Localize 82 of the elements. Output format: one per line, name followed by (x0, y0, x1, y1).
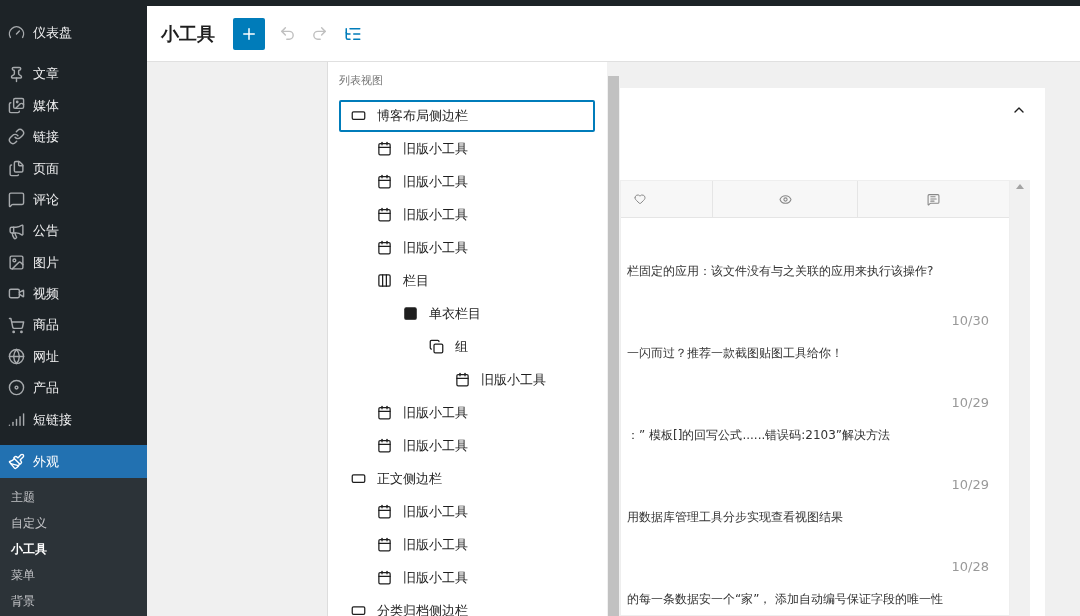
list-view-item[interactable]: 旧版小工具 (339, 132, 595, 165)
sidebar-menu-item[interactable]: 网址 (0, 340, 147, 373)
list-view-item[interactable]: 旧版小工具 (339, 495, 595, 528)
heart-icon (634, 193, 646, 205)
post-title-link[interactable]: 用数据库管理工具分步实现查看视图结果 (627, 507, 989, 527)
calendar-icon (377, 141, 392, 156)
list-view-item[interactable]: 栏目 (339, 264, 595, 297)
submenu-item[interactable]: 背景 (0, 588, 147, 615)
sidebar-menu-item[interactable]: 仪表盘 (0, 17, 147, 49)
calendar-icon (377, 174, 392, 189)
submenu-item[interactable]: 主题 (0, 484, 147, 511)
sidebar-menu-item[interactable]: 视频 (0, 278, 147, 310)
sidebar-menu-item[interactable]: 商品 (0, 309, 147, 341)
calendar-icon (377, 405, 392, 420)
bar-chart-icon (8, 410, 25, 428)
sidebar-menu-item[interactable]: 文章 (0, 58, 147, 90)
submenu-item[interactable]: 自定义 (0, 510, 147, 537)
list-view-item[interactable]: 旧版小工具 (339, 198, 595, 231)
sidebar-area-icon (351, 108, 366, 123)
list-view-item[interactable]: 旧版小工具 (339, 561, 595, 594)
image-icon (8, 253, 25, 271)
list-view-item[interactable]: 旧版小工具 (339, 429, 595, 462)
list-view-item[interactable]: 旧版小工具 (339, 528, 595, 561)
calendar-icon (377, 207, 392, 222)
calendar-icon (377, 570, 392, 585)
redo-icon (310, 25, 328, 42)
list-view-item[interactable]: 组 (339, 330, 595, 363)
sidebar-menu-item[interactable]: 链接 (0, 121, 147, 153)
pin-icon (8, 65, 25, 83)
calendar-icon (377, 240, 392, 255)
globe-icon (8, 348, 25, 366)
column-icon (403, 306, 418, 321)
post-date: 10/30 (951, 312, 989, 330)
sidebar-menu-item[interactable]: 图片 (0, 246, 147, 279)
undo-icon (278, 25, 296, 42)
speech-bubble-icon (927, 192, 940, 206)
page-title: 小工具 (161, 22, 215, 46)
scrollbar[interactable] (607, 62, 620, 616)
megaphone-icon (8, 222, 25, 240)
submenu-item[interactable]: 菜单 (0, 562, 147, 589)
sidebar-menu-item[interactable]: 外观 (0, 445, 147, 479)
list-view-item[interactable]: 分类归档侧边栏 (339, 594, 595, 616)
sidebar-menu-item[interactable]: 媒体 (0, 89, 147, 122)
list-view-item[interactable]: 旧版小工具 (339, 396, 595, 429)
calendar-icon (377, 438, 392, 453)
panel-title: 列表视图 (339, 73, 384, 89)
post-date: 10/28 (951, 558, 989, 576)
list-view-item[interactable]: 正文侧边栏 (339, 462, 595, 495)
calendar-icon (455, 372, 470, 387)
media-icon (8, 96, 25, 114)
sidebar-menu-item[interactable]: 产品 (0, 372, 147, 404)
calendar-icon (377, 504, 392, 519)
post-title-link[interactable]: ：” 模板[]的回写公式......错误码:2103”解决方法 (627, 425, 989, 445)
post-date: 10/29 (951, 394, 989, 412)
list-view-item[interactable]: 旧版小工具 (339, 363, 595, 396)
speech-bubble-icon (8, 191, 25, 209)
submenu-item[interactable]: 小工具 (0, 536, 147, 563)
sidebar-menu-item[interactable]: 评论 (0, 183, 147, 216)
sidebar-menu-item[interactable]: 公告 (0, 215, 147, 247)
sidebar-area-icon (351, 603, 366, 616)
sidebar-menu-item[interactable]: 页面 (0, 152, 147, 184)
list-view-item[interactable]: 博客布局侧边栏 (339, 99, 595, 132)
post-date: 10/29 (951, 476, 989, 494)
link-icon (8, 128, 25, 146)
widget-scrollbar[interactable] (1010, 180, 1030, 616)
group-icon (429, 339, 444, 354)
sidebar-area-icon (351, 471, 366, 486)
eye-icon (778, 192, 792, 206)
sidebar-menu-item[interactable]: 短链接 (0, 403, 147, 436)
list-view-item[interactable]: 单衣栏目 (339, 297, 595, 330)
add-block-button[interactable] (233, 17, 265, 50)
cart-icon (8, 316, 25, 334)
list-view-item[interactable]: 旧版小工具 (339, 231, 595, 264)
calendar-icon (377, 537, 392, 552)
post-title-link[interactable]: 栏固定的应用：该文件没有与之关联的应用来执行该操作? (627, 261, 989, 281)
post-title-link[interactable]: 一闪而过？推荐一款截图贴图工具给你！ (627, 343, 989, 363)
columns-icon (377, 273, 392, 288)
pages-icon (8, 159, 25, 177)
list-view-item[interactable]: 旧版小工具 (339, 165, 595, 198)
post-title-link[interactable]: 的每一条数据安一个“家”， 添加自动编号保证字段的唯一性 (627, 589, 989, 609)
disc-icon (8, 379, 25, 397)
paintbrush-icon (8, 453, 25, 471)
